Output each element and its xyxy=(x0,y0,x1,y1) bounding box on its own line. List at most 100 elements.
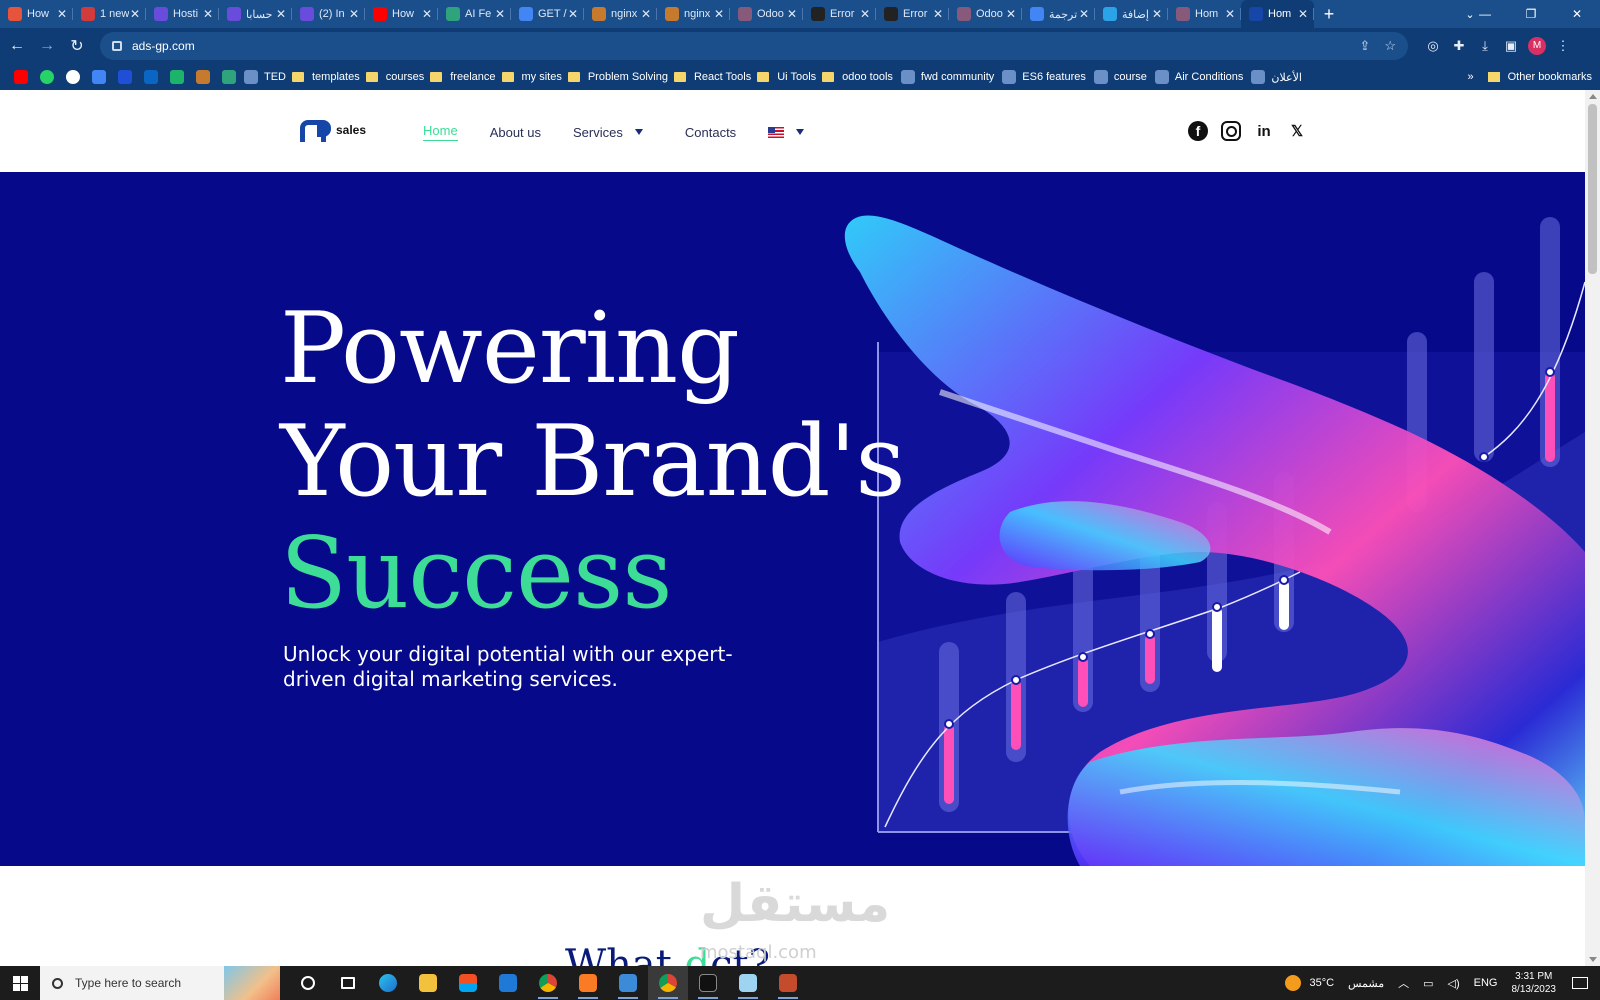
close-icon[interactable]: ✕ xyxy=(1151,7,1163,21)
scroll-thumb[interactable] xyxy=(1588,104,1597,274)
new-tab-button[interactable]: + xyxy=(1314,0,1344,28)
url-text[interactable]: ads-gp.com xyxy=(132,39,1345,53)
bookmark-item[interactable]: odoo tools xyxy=(822,71,893,83)
task-view-icon[interactable] xyxy=(328,966,368,1000)
bookmark-item[interactable]: ES6 features xyxy=(1000,70,1086,84)
xampp-icon[interactable] xyxy=(568,966,608,1000)
other-bookmarks[interactable]: » Other bookmarks xyxy=(1468,64,1593,90)
bookmark-item[interactable]: React Tools xyxy=(673,71,751,83)
notification-icon[interactable] xyxy=(1572,977,1588,989)
whatsapp-icon[interactable] xyxy=(40,70,54,84)
bookmark-item[interactable]: TED xyxy=(242,70,286,84)
youtube-icon[interactable] xyxy=(14,70,28,84)
address-bar[interactable]: ads-gp.com ⇪ ☆ xyxy=(100,32,1408,60)
bookmark-item[interactable]: course xyxy=(1092,70,1147,84)
close-icon[interactable]: ✕ xyxy=(275,7,287,21)
notepad-icon[interactable] xyxy=(728,966,768,1000)
maximize-icon[interactable]: ❐ xyxy=(1508,0,1554,28)
close-icon[interactable]: ✕ xyxy=(640,7,652,21)
browser-tab[interactable]: nginx ✕ xyxy=(584,0,657,28)
browser-tab[interactable]: How ✕ xyxy=(365,0,438,28)
browser-tab[interactable]: Error ✕ xyxy=(876,0,949,28)
sidepanel-icon[interactable]: ▣ xyxy=(1498,38,1524,54)
puzzle-icon[interactable]: ✚ xyxy=(1446,38,1472,54)
forward-icon[interactable]: → xyxy=(34,33,60,59)
back-icon[interactable]: ← xyxy=(4,33,30,59)
bookmark-item[interactable]: my sites xyxy=(501,71,562,83)
download-icon[interactable]: ⤓ xyxy=(1472,38,1498,54)
nav-contacts[interactable]: Contacts xyxy=(685,125,736,140)
bookmarks-overflow-icon[interactable]: » xyxy=(1468,71,1474,83)
linkedin-icon[interactable]: in xyxy=(1254,121,1274,141)
close-icon[interactable]: ✕ xyxy=(859,7,871,21)
browser-tab[interactable]: Hom ✕ xyxy=(1168,0,1241,28)
network-icon[interactable]: ▭ xyxy=(1423,977,1433,990)
browser-tab[interactable]: GET / ✕ xyxy=(511,0,584,28)
browser-tab[interactable]: 1 new ✕ xyxy=(73,0,146,28)
language-indicator[interactable]: ENG xyxy=(1474,977,1498,989)
bookmark-item[interactable]: freelance xyxy=(430,71,496,83)
browser-tab[interactable]: Hom ✕ xyxy=(1241,0,1314,28)
scroll-up-icon[interactable] xyxy=(1589,94,1597,99)
close-icon[interactable]: ✕ xyxy=(421,7,433,21)
close-icon[interactable]: ✕ xyxy=(1297,7,1309,21)
ai-icon[interactable] xyxy=(222,70,236,84)
close-icon[interactable]: ✕ xyxy=(786,7,798,21)
image-editor-icon[interactable] xyxy=(768,966,808,1000)
bookmark-item[interactable]: templates xyxy=(292,71,360,83)
store-icon[interactable] xyxy=(448,966,488,1000)
browser-tab[interactable]: How ✕ xyxy=(0,0,73,28)
bookmark-item[interactable]: fwd community xyxy=(899,70,994,84)
file-explorer-icon[interactable] xyxy=(408,966,448,1000)
chevron-up-icon[interactable]: ︿ xyxy=(1398,975,1409,991)
close-icon[interactable]: ✕ xyxy=(567,7,579,21)
bookmark-item[interactable]: Ui Tools xyxy=(757,71,816,83)
share-icon[interactable]: ⇪ xyxy=(1359,38,1370,54)
nav-services[interactable]: Services xyxy=(573,125,643,140)
minimize-icon[interactable]: — xyxy=(1462,0,1508,28)
x-icon[interactable]: 𝕏 xyxy=(1287,121,1307,141)
nav-home[interactable]: Home xyxy=(423,123,458,141)
close-icon[interactable]: ✕ xyxy=(494,7,506,21)
taskbar-search[interactable]: Type here to search xyxy=(40,966,280,1000)
close-icon[interactable]: ✕ xyxy=(1005,7,1017,21)
avatar[interactable]: M xyxy=(1528,37,1546,55)
bookmark-item[interactable]: Air Conditions xyxy=(1153,70,1243,84)
chrome-icon[interactable] xyxy=(528,966,568,1000)
cortana-icon[interactable] xyxy=(288,966,328,1000)
close-icon[interactable]: ✕ xyxy=(932,7,944,21)
w-icon[interactable] xyxy=(118,70,132,84)
reload-icon[interactable]: ↻ xyxy=(64,33,90,59)
site-logo[interactable]: sales xyxy=(300,120,366,142)
stack-icon[interactable] xyxy=(196,70,210,84)
translate-icon[interactable] xyxy=(92,70,106,84)
close-icon[interactable]: ✕ xyxy=(713,7,725,21)
browser-tab[interactable]: nginx ✕ xyxy=(657,0,730,28)
browser-tab[interactable]: Hosti ✕ xyxy=(146,0,219,28)
edge-icon[interactable] xyxy=(368,966,408,1000)
mail-icon[interactable] xyxy=(488,966,528,1000)
scroll-down-icon[interactable] xyxy=(1589,957,1597,962)
browser-tab[interactable]: حسابا ✕ xyxy=(219,0,292,28)
close-icon[interactable]: ✕ xyxy=(56,7,68,21)
bookmark-item[interactable]: courses xyxy=(365,71,424,83)
w-green-icon[interactable] xyxy=(170,70,184,84)
browser-tab[interactable]: Error ✕ xyxy=(803,0,876,28)
browser-tab[interactable]: إضافة ✕ xyxy=(1095,0,1168,28)
weather-temp[interactable]: 35°C xyxy=(1309,977,1334,989)
start-button[interactable] xyxy=(0,966,40,1000)
linkedin-icon[interactable] xyxy=(144,70,158,84)
language-switcher[interactable] xyxy=(768,126,805,138)
browser-tab[interactable]: AI Fe ✕ xyxy=(438,0,511,28)
close-icon[interactable]: ✕ xyxy=(1078,7,1090,21)
terminal-icon[interactable] xyxy=(688,966,728,1000)
weather-icon[interactable] xyxy=(1285,975,1302,991)
close-icon[interactable]: ✕ xyxy=(348,7,360,21)
translate-icon[interactable]: ◎ xyxy=(1420,38,1446,54)
bookmark-item[interactable]: الأعلان xyxy=(1249,70,1302,84)
page-scrollbar[interactable] xyxy=(1585,90,1600,966)
bookmark-item[interactable]: Problem Solving xyxy=(567,71,668,83)
close-icon[interactable]: ✕ xyxy=(129,7,141,21)
browser-tab[interactable]: ترجمة ✕ xyxy=(1022,0,1095,28)
close-icon[interactable]: ✕ xyxy=(1224,7,1236,21)
